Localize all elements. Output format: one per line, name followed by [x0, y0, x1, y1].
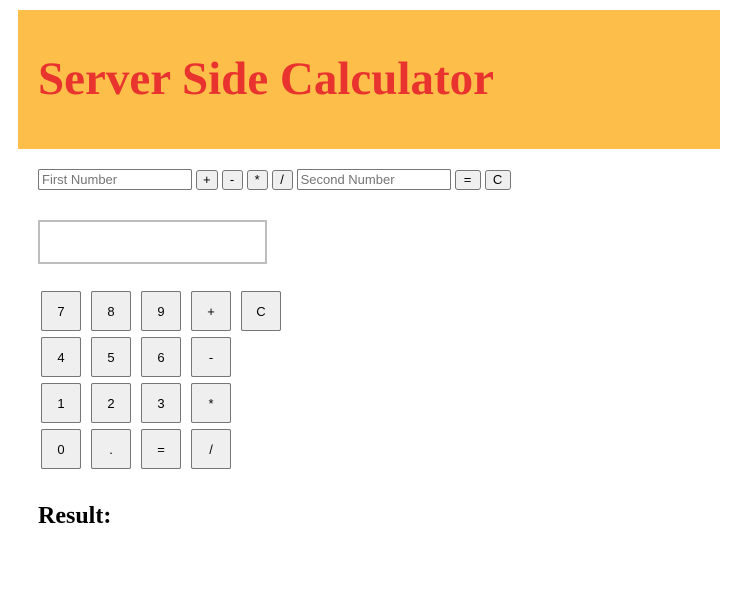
keypad-digit-6-button[interactable]: 6: [141, 337, 181, 377]
keypad-digit-2-button[interactable]: 2: [91, 383, 131, 423]
second-number-input[interactable]: [296, 169, 451, 190]
page-header: Server Side Calculator: [18, 10, 720, 149]
keypad-digit-1-button[interactable]: 1: [41, 383, 81, 423]
keypad-equals-button[interactable]: =: [141, 429, 181, 469]
operation-form: + - * / = C: [38, 169, 511, 190]
add-button[interactable]: +: [196, 169, 218, 190]
keypad-subtract-button[interactable]: -: [191, 337, 231, 377]
clear-button[interactable]: C: [484, 169, 511, 190]
first-number-input[interactable]: [38, 169, 192, 190]
keypad-multiply-button[interactable]: *: [191, 383, 231, 423]
keypad-digit-5-button[interactable]: 5: [91, 337, 131, 377]
keypad-digit-0-button[interactable]: 0: [41, 429, 81, 469]
keypad-clear-button[interactable]: C: [241, 291, 281, 331]
keypad-digit-9-button[interactable]: 9: [141, 291, 181, 331]
keypad-digit-3-button[interactable]: 3: [141, 383, 181, 423]
keypad-add-button[interactable]: +: [191, 291, 231, 331]
keypad-decimal-button[interactable]: .: [91, 429, 131, 469]
keypad-digit-7-button[interactable]: 7: [41, 291, 81, 331]
divide-button[interactable]: /: [271, 169, 293, 190]
subtract-button[interactable]: -: [221, 169, 243, 190]
page-title: Server Side Calculator: [38, 53, 495, 105]
multiply-button[interactable]: *: [246, 169, 268, 190]
calculator-display[interactable]: [38, 220, 267, 264]
keypad-divide-button[interactable]: /: [191, 429, 231, 469]
keypad-digit-4-button[interactable]: 4: [41, 337, 81, 377]
result-label: Result:: [38, 503, 112, 529]
keypad-digit-8-button[interactable]: 8: [91, 291, 131, 331]
equals-button[interactable]: =: [454, 169, 481, 190]
